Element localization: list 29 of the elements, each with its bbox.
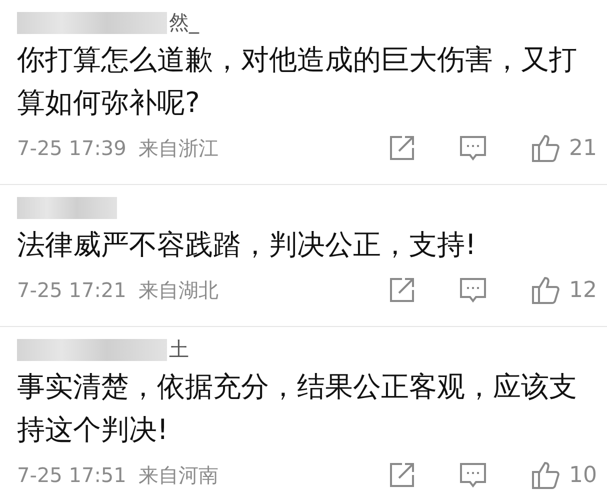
like-button[interactable]: 12 <box>531 275 597 305</box>
thumbs-up-icon <box>531 133 561 163</box>
thumbs-up-icon <box>531 460 561 490</box>
comment-time: 7-25 17:21 <box>17 278 126 302</box>
thumbs-up-icon <box>531 275 561 305</box>
share-icon <box>389 277 415 303</box>
share-button[interactable] <box>389 462 415 488</box>
comment-text: 事实清楚，依据充分，结果公正客观，应该支持这个判决! <box>17 369 578 448</box>
reply-button[interactable] <box>459 461 487 489</box>
reply-button[interactable] <box>459 276 487 304</box>
comment-icon <box>459 134 487 162</box>
comment-location: 来自湖北 <box>138 276 218 304</box>
reply-button[interactable] <box>459 134 487 162</box>
comment-location: 来自浙江 <box>138 134 218 162</box>
share-button[interactable] <box>389 135 415 161</box>
comment-text: 你打算怎么道歉，对他造成的巨大伤害，又打算如何弥补呢? <box>17 42 578 121</box>
like-button[interactable]: 21 <box>531 133 597 163</box>
comment-location: 来自河南 <box>138 462 218 488</box>
comment-text: 法律威严不容践踏，判决公正，支持! <box>17 227 478 263</box>
share-button[interactable] <box>389 277 415 303</box>
username: 土 <box>169 337 189 361</box>
comment-icon <box>459 461 487 489</box>
share-icon <box>389 462 415 488</box>
share-icon <box>389 135 415 161</box>
comment-time: 7-25 17:39 <box>17 136 126 160</box>
like-button[interactable]: 10 <box>531 460 597 490</box>
comment-time: 7-25 17:51 <box>17 463 126 487</box>
username: 然_ <box>169 10 199 34</box>
comment-icon <box>459 276 487 304</box>
